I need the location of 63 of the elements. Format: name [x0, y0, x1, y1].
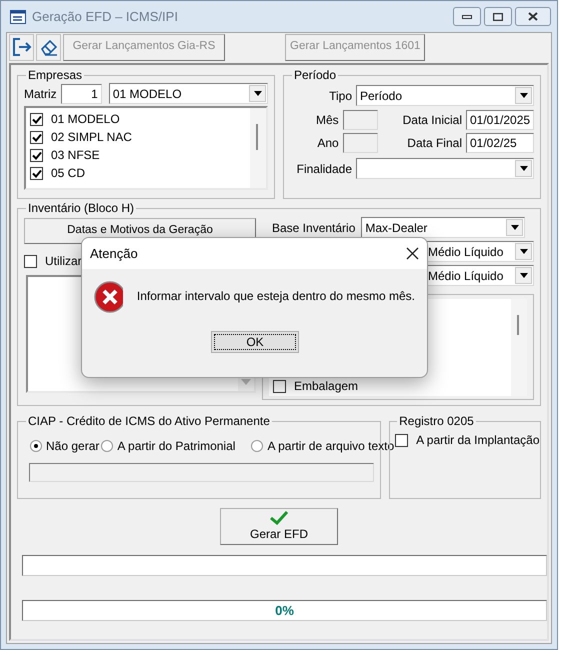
scrollbar[interactable]	[511, 299, 527, 396]
field-label: Ano	[317, 135, 339, 152]
minimize-icon	[462, 14, 472, 18]
group-title: Empresas	[27, 69, 84, 81]
radio-label: Não gerar	[46, 438, 100, 455]
checkbox[interactable]	[30, 148, 43, 162]
field-label: Tipo	[329, 88, 352, 104]
field-label: Base Inventário	[272, 220, 356, 236]
radio-button[interactable]	[101, 440, 114, 452]
month-field[interactable]	[342, 110, 378, 130]
radio-button[interactable]	[30, 440, 42, 452]
group-title: Período	[293, 69, 338, 81]
close-icon	[528, 12, 538, 21]
field-label: Mês	[316, 112, 339, 129]
exit-button[interactable]	[9, 34, 34, 60]
list-item: 05 CD	[51, 165, 86, 182]
radio-label: A partir do Patrimonial	[117, 438, 236, 455]
field-label: Data Final	[407, 135, 462, 152]
group-title: Inventário (Bloco H)	[27, 202, 136, 214]
checkbox[interactable]	[30, 112, 43, 126]
company-select[interactable]: 01 MODELO	[108, 83, 268, 104]
checkbox[interactable]	[30, 166, 43, 180]
checkbox[interactable]	[30, 130, 43, 144]
radio-label: A partir de arquivo texto	[267, 438, 394, 455]
checkbox-label: Utilizar	[45, 253, 82, 270]
group-title: Registro 0205	[398, 415, 475, 427]
date-field[interactable]: 01/01/2025	[466, 110, 534, 130]
close-icon[interactable]	[406, 247, 419, 260]
checkmark-icon	[270, 510, 288, 524]
eraser-button[interactable]	[36, 34, 61, 60]
list-item: Embalagem	[294, 378, 358, 395]
scrollbar[interactable]	[250, 108, 266, 188]
window-title: Geração EFD – ICMS/IPI	[32, 8, 178, 26]
maximize-button[interactable]	[484, 7, 512, 26]
progress-text: 0%	[275, 602, 294, 620]
list-item: 03 NFSE	[51, 147, 100, 164]
minimize-button[interactable]	[453, 7, 481, 26]
date-field[interactable]: 01/02/25	[466, 133, 534, 153]
year-field[interactable]	[342, 133, 378, 153]
error-icon	[94, 281, 123, 313]
field-label: Data Inicial	[402, 112, 462, 129]
generate-button[interactable]: Gerar EFD	[220, 508, 338, 545]
close-button[interactable]	[515, 7, 551, 26]
list-item: 02 SIMPL NAC	[51, 129, 132, 146]
checkbox-label: A partir da Implantação	[416, 432, 540, 449]
group-title: CIAP - Crédito de ICMS do Ativo Permanente	[27, 415, 271, 427]
checkbox[interactable]	[273, 380, 286, 392]
app-icon	[10, 10, 26, 24]
radio-button[interactable]	[251, 440, 264, 452]
maximize-icon	[493, 12, 503, 20]
checkbox[interactable]	[24, 254, 37, 268]
dialog-title: Atenção	[90, 244, 138, 263]
dialog-message: Informar intervalo que esteja dentro do mesmo mês.	[136, 288, 415, 305]
file-path-field[interactable]	[29, 463, 374, 482]
field-label: Matriz	[24, 86, 57, 102]
base-select[interactable]: Max-Dealer	[361, 217, 526, 238]
finalidade-select[interactable]	[356, 158, 534, 179]
matriz-field[interactable]: 1	[60, 84, 102, 104]
checkbox[interactable]	[395, 434, 408, 446]
field-label: Finalidade	[296, 160, 352, 178]
ok-button[interactable]: OK	[211, 331, 299, 353]
list-item: 01 MODELO	[51, 111, 120, 128]
tipo-select[interactable]: Período	[356, 85, 534, 106]
